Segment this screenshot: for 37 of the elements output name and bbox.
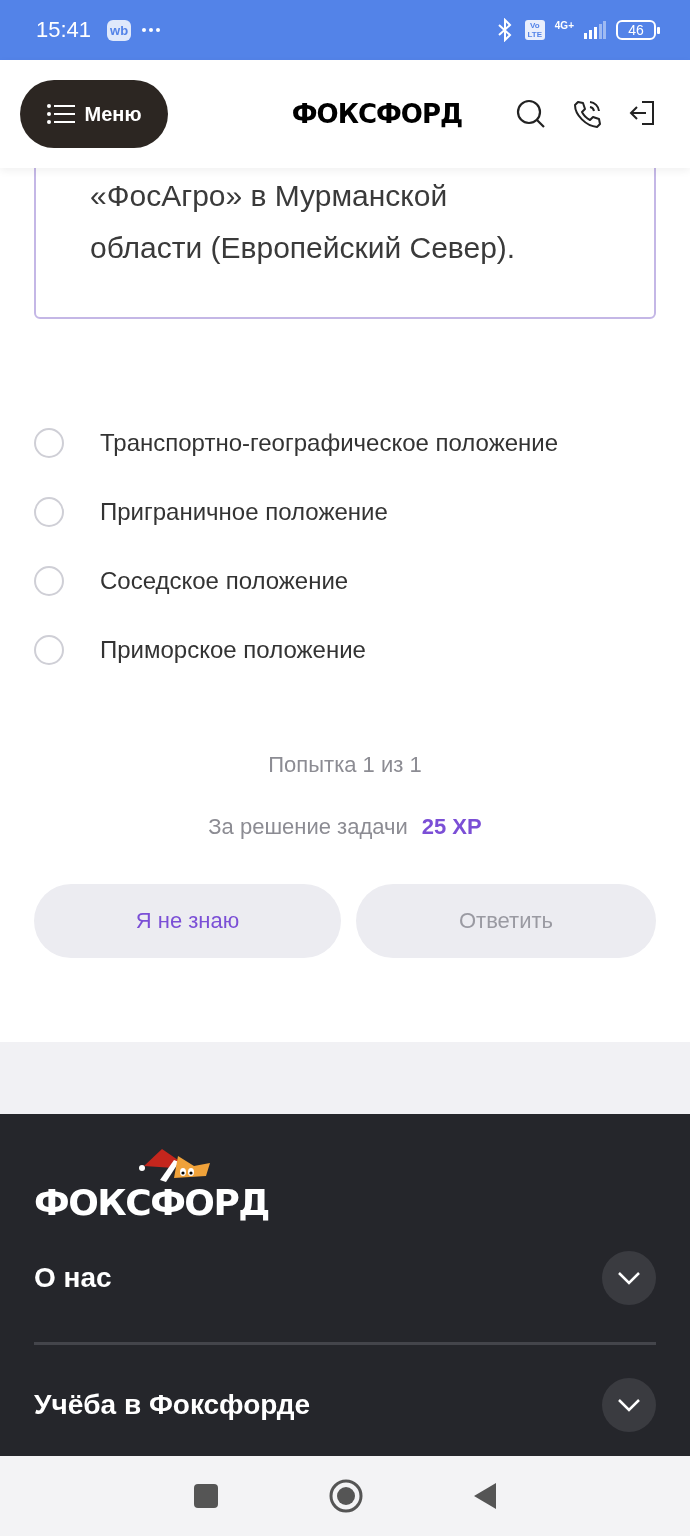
signal-icon: [584, 21, 606, 39]
search-icon[interactable]: [516, 99, 546, 129]
footer-logo[interactable]: ФОКСФОРД: [34, 1182, 269, 1223]
chevron-down-icon: [617, 1397, 641, 1412]
network-label: 4G+: [554, 20, 574, 31]
answer-option[interactable]: Транспортно-географическое положение: [34, 408, 656, 477]
menu-icon: [46, 104, 75, 124]
chevron-down-icon: [617, 1271, 641, 1285]
answer-option[interactable]: Соседское положение: [34, 546, 656, 615]
back-icon[interactable]: [473, 1482, 497, 1510]
app-badge: wb: [107, 19, 132, 41]
answer-option[interactable]: Приморское положение: [34, 615, 656, 684]
phone-icon[interactable]: [572, 99, 602, 129]
site-logo[interactable]: ФОКСФОРД: [238, 99, 516, 129]
home-icon[interactable]: [329, 1479, 363, 1513]
question-text: «ФосАгро» в Мурманской области (Европейский Север).: [90, 178, 517, 266]
clock-time: 15:41: [36, 17, 92, 43]
more-dots-icon: [141, 27, 162, 33]
option-label: Транспортно-географическое положение: [100, 428, 559, 457]
reward-value: 25 XP: [421, 814, 482, 840]
footer-section-title[interactable]: О нас: [34, 1262, 112, 1294]
radio-button[interactable]: [34, 427, 64, 458]
radio-button[interactable]: [34, 634, 64, 665]
option-label: Приграничное положение: [100, 497, 388, 526]
footer-section-title[interactable]: Учёба в Фоксфорде: [34, 1388, 311, 1421]
radio-button[interactable]: [34, 496, 64, 527]
radio-button[interactable]: [34, 565, 64, 596]
volte-badge: Vo LTE: [524, 20, 545, 40]
attempt-counter: Попытка 1 из 1: [267, 752, 423, 778]
answer-option[interactable]: Приграничное положение: [34, 477, 656, 546]
login-icon[interactable]: [628, 99, 656, 127]
dont-know-button[interactable]: Я не знаю: [34, 884, 341, 958]
reward-label: За решение задачи: [208, 814, 408, 840]
recent-apps-icon[interactable]: [193, 1483, 219, 1509]
option-label: Приморское положение: [100, 635, 366, 664]
option-label: Соседское положение: [100, 566, 349, 595]
menu-button[interactable]: Меню: [20, 80, 168, 148]
